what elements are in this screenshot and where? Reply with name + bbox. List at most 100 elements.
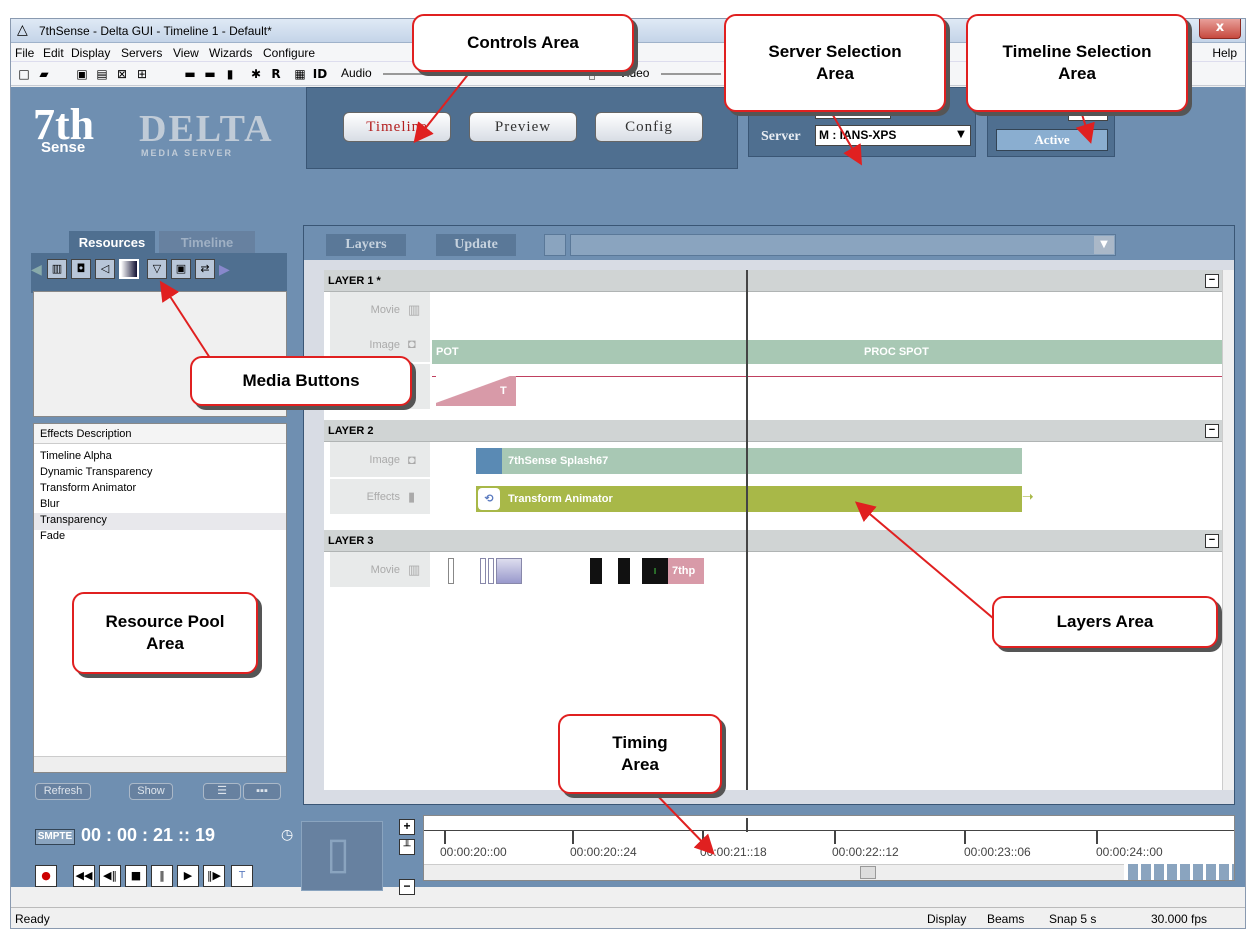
fullscreen-icon[interactable]: ⊞ [133,65,151,83]
status-fps: 30.000 fps [1151,912,1208,926]
movie-media-button[interactable]: ▥ [47,259,67,279]
zoom-fit-button[interactable]: ╨ [399,839,415,855]
effect-item[interactable]: Fade [40,530,65,542]
scroll-left-icon[interactable]: ◀ [31,261,42,278]
zoom-out-button[interactable]: − [399,879,415,895]
movie-clip[interactable] [618,558,630,584]
effect-item-selected[interactable]: Transparency [40,514,107,526]
alpha-line [432,376,1224,406]
tab-resources[interactable]: Resources [69,231,155,255]
tick-major [444,830,446,844]
video-slider[interactable] [661,73,721,75]
effect-item[interactable]: Dynamic Transparency [40,466,153,478]
rewind-button[interactable]: ◀◀ [73,865,95,887]
step-forward-button[interactable]: ‖▶ [203,865,225,887]
collapse-icon[interactable]: − [1205,424,1219,438]
open-icon[interactable]: ▰ [35,65,53,83]
callout-server: Server Selection Area [724,14,946,112]
tab-preview[interactable]: Preview [469,112,577,142]
splash-thumbnail-icon [476,448,502,474]
playhead[interactable] [746,270,748,790]
layer-color-box[interactable] [544,234,566,256]
effect-clip[interactable]: ⟲ Transform Animator [476,486,1022,512]
movie-clip[interactable] [488,558,494,584]
new-icon[interactable]: □ [15,65,33,83]
record-button[interactable]: ● [35,865,57,887]
tick-label: 00:00:21::18 [700,845,767,859]
zoom-strip[interactable] [1128,864,1234,880]
menu-edit[interactable]: Edit [43,46,64,60]
movie-clip[interactable] [480,558,486,584]
clock-icon[interactable]: ◷ [281,827,293,843]
update-button[interactable]: Update [436,234,516,256]
tab-timeline[interactable]: Timeline [343,112,451,142]
menu-wizards[interactable]: Wizards [209,46,252,60]
image-media-button[interactable]: ◘ [71,259,91,279]
collapse-icon[interactable]: − [1205,274,1219,288]
menu-display[interactable]: Display [71,46,110,60]
layer-select[interactable] [570,234,1116,256]
vertical-scrollbar[interactable] [1222,270,1234,790]
image-clip[interactable]: 7thSense Splash67 [476,448,1022,474]
timeline-loop-button[interactable]: T [231,865,253,887]
refresh-button[interactable]: Refresh [35,783,91,800]
movie-clip[interactable] [496,558,522,584]
audio-slider[interactable] [383,73,493,75]
bars-icon[interactable]: ▬ [201,65,219,83]
effect-item[interactable]: Blur [40,498,60,510]
list-view-button[interactable]: ☰ [203,783,241,800]
horizontal-scrollbar[interactable] [34,756,286,772]
swap-media-button[interactable]: ⇄ [195,259,215,279]
effect-item[interactable]: Timeline Alpha [40,450,112,462]
timing-ruler[interactable]: 00:00:20::00 00:00:20::24 00:00:21::18 0… [423,815,1235,881]
audio-media-button[interactable]: ◁ [95,259,115,279]
chevron-down-icon[interactable]: ▼ [1094,236,1114,254]
show-button[interactable]: Show [129,783,173,800]
menu-servers[interactable]: Servers [121,46,162,60]
menu-configure[interactable]: Configure [263,46,315,60]
trash-icon[interactable]: ▯ [326,828,350,879]
menu-help[interactable]: Help [1212,46,1237,60]
transport-panel: SMPTE 00 : 00 : 21 :: 19 ◷ ● ◀◀ ◀‖ ■ ‖ ▶… [31,815,299,907]
active-status: Active [996,129,1108,151]
tab-timeline-resources[interactable]: Timeline [159,231,255,255]
step-back-button[interactable]: ◀‖ [99,865,121,887]
menu-file[interactable]: File [15,46,34,60]
menu-view[interactable]: View [173,46,199,60]
movie-clip[interactable] [448,558,454,584]
gradient-media-button[interactable] [119,259,139,279]
stop-button[interactable]: ■ [125,865,147,887]
effect-media-button[interactable]: ▣ [171,259,191,279]
shape-media-button[interactable]: ▽ [147,259,167,279]
server-select[interactable]: M : IANS-XPS ▼ [815,125,971,146]
movie-clip[interactable]: ı [642,558,668,584]
tile-view-button[interactable]: ▪▪▪ [243,783,281,800]
logo-delta: DELTA [139,108,274,150]
movie-clip[interactable] [590,558,602,584]
timing-scrollbar[interactable] [424,864,1124,880]
color-bars-icon[interactable]: ▬ [181,65,199,83]
zoom-in-button[interactable]: + [399,819,415,835]
properties-icon[interactable]: ▤ [93,65,111,83]
pause-button[interactable]: ‖ [151,865,173,887]
trash-area[interactable]: ▯ [301,821,383,891]
scroll-right-icon[interactable]: ▶ [219,261,230,278]
r-button[interactable]: R [267,65,285,83]
play-button[interactable]: ▶ [177,865,199,887]
layers-button[interactable]: Layers [326,234,406,256]
chart-icon[interactable]: ▮ [221,65,239,83]
layer-header: LAYER 3 − [324,530,1223,552]
collapse-icon[interactable]: − [1205,534,1219,548]
id-button[interactable]: ID [309,65,331,83]
snowflake-icon[interactable]: ✱ [247,65,265,83]
save-icon[interactable]: ▣ [73,65,91,83]
chevron-down-icon[interactable]: ▼ [952,126,970,145]
movie-clip[interactable]: 7thp [668,558,704,584]
grid-icon[interactable]: ▦ [291,65,309,83]
effect-item[interactable]: Transform Animator [40,482,136,494]
close-button[interactable]: x [1199,19,1241,39]
image-clip[interactable]: POT [432,340,1222,364]
scroll-thumb[interactable] [860,866,876,879]
tab-config[interactable]: Config [595,112,703,142]
fit-icon[interactable]: ⊠ [113,65,131,83]
